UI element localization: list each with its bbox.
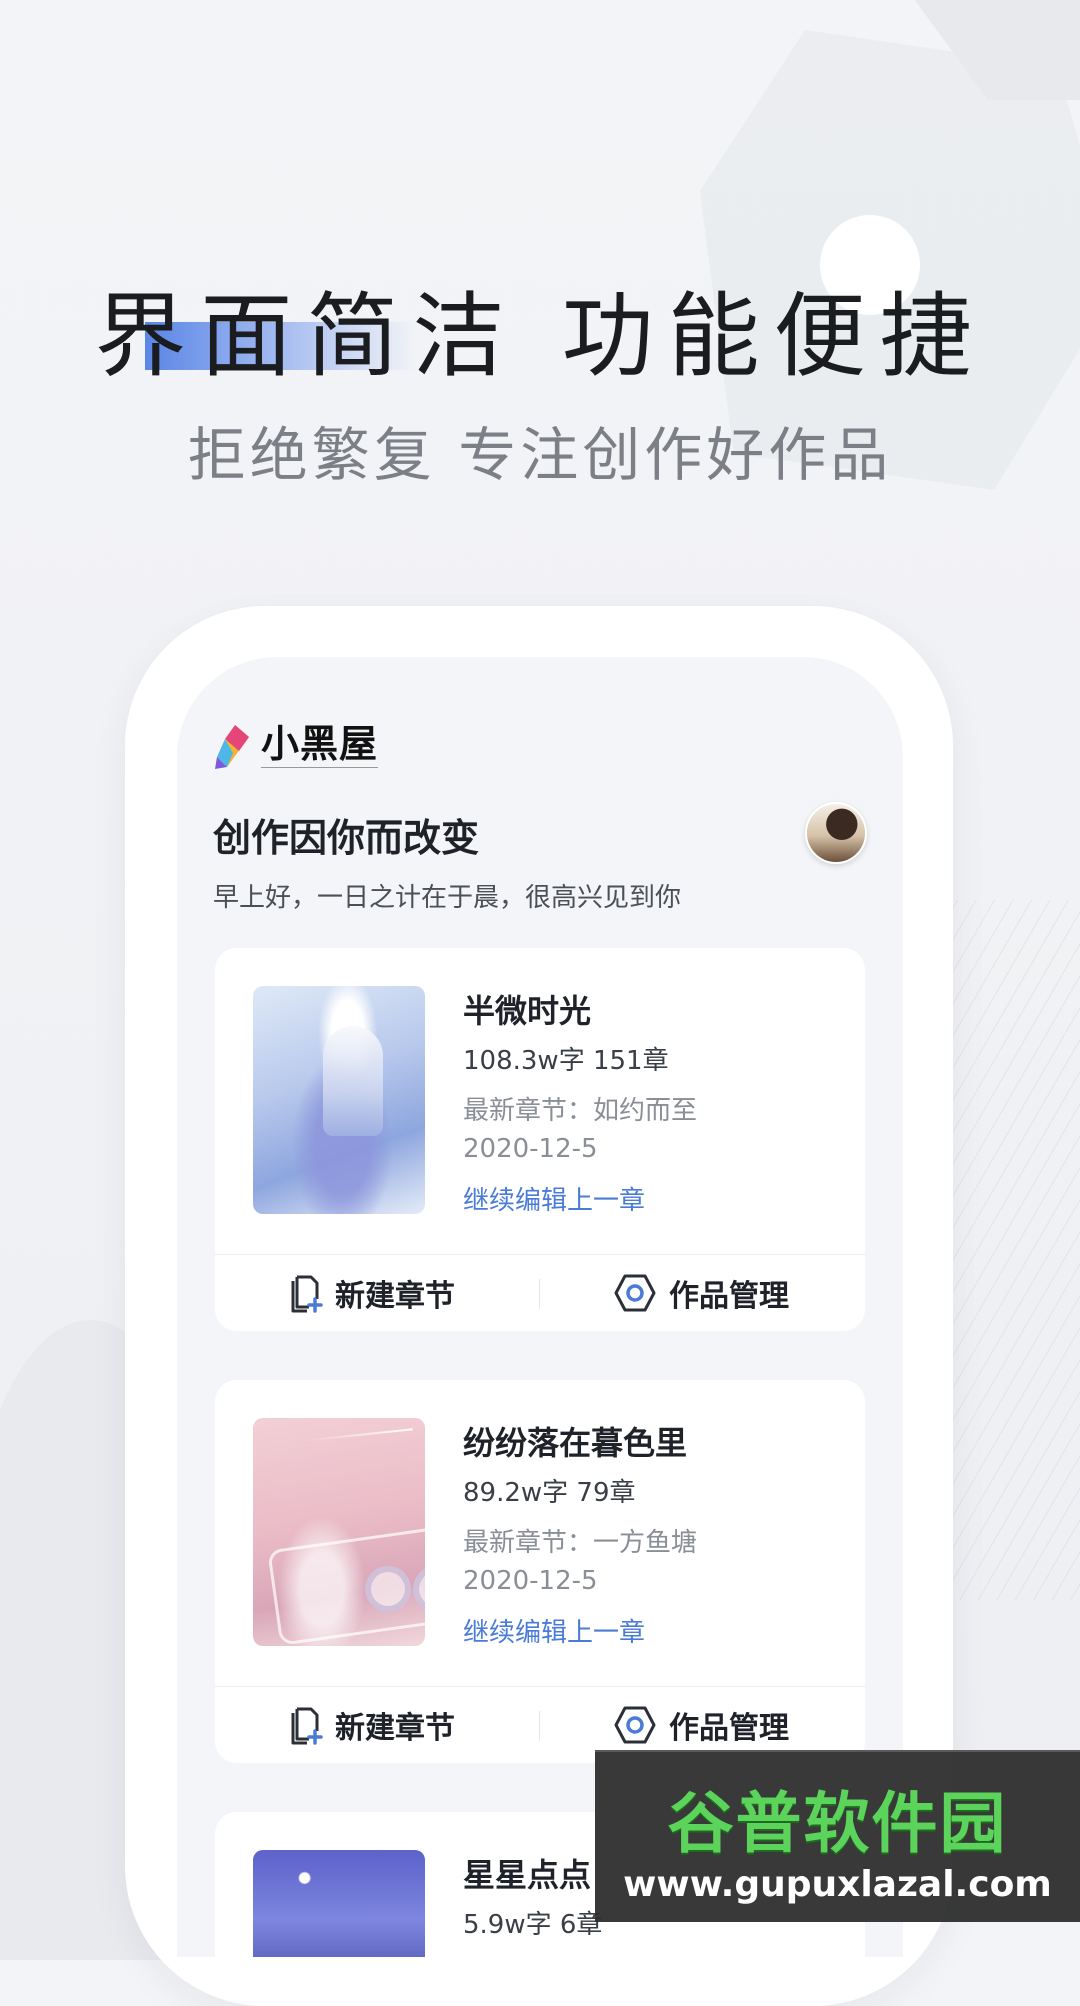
new-chapter-label: 新建章节 [335,1279,455,1314]
watermark-banner: 谷普软件园 www.gupuxlazal.com [595,1750,1080,1922]
settings-hexagon-icon [613,1273,657,1313]
book-card[interactable]: 半微时光 108.3w字 151章 最新章节：如约而至 2020-12-5 继续… [215,948,865,1331]
action-separator [539,1711,540,1741]
pen-logo-icon [213,723,253,771]
greeting-title: 创作因你而改变 [213,816,480,860]
manage-work-button[interactable]: 作品管理 [613,1700,789,1750]
new-document-icon [287,1705,323,1745]
book-card[interactable]: 纷纷落在暮色里 89.2w字 79章 最新章节：一方鱼塘 2020-12-5 继… [215,1380,865,1763]
promo-subtitle: 拒绝繁复 专注创作好作品 [187,421,893,489]
watermark-url: www.gupuxlazal.com [623,1864,1052,1905]
app-logo-slogan [261,767,379,769]
book-latest-chapter: 最新章节：一方鱼塘 [463,1528,698,1558]
continue-editing-link[interactable]: 继续编辑上一章 [463,1612,645,1649]
book-stats: 108.3w字 151章 [463,1046,669,1076]
manage-work-label: 作品管理 [669,1279,789,1314]
book-title[interactable]: 星星点点 [463,1850,591,1896]
book-cover-image[interactable] [253,986,425,1214]
cover-figure [323,1026,383,1136]
greeting-subtitle: 早上好，一日之计在于晨，很高兴见到你 [213,883,682,913]
continue-editing-link[interactable]: 继续编辑上一章 [463,1180,645,1217]
app-logo: 小黑屋 [213,722,379,771]
book-latest-chapter: 最新章节：如约而至 [463,1096,698,1126]
new-chapter-label: 新建章节 [335,1711,455,1746]
book-stats: 89.2w字 79章 [463,1478,636,1508]
book-date: 2020-12-5 [463,1566,598,1596]
action-separator [539,1279,540,1309]
card-divider [215,1686,865,1687]
book-stats: 5.9w字 6章 [463,1910,603,1940]
new-chapter-button[interactable]: 新建章节 [287,1700,455,1750]
new-chapter-button[interactable]: 新建章节 [287,1268,455,1318]
manage-work-button[interactable]: 作品管理 [613,1268,789,1318]
book-cover-image[interactable] [253,1418,425,1646]
watermark-brand: 谷普软件园 [667,1785,1008,1862]
settings-hexagon-icon [613,1705,657,1745]
manage-work-label: 作品管理 [669,1711,789,1746]
book-title[interactable]: 纷纷落在暮色里 [463,1418,687,1464]
promo-headline: 界面简洁 功能便捷 [94,283,986,390]
cover-reel [365,1566,411,1612]
book-date: 2020-12-5 [463,1134,598,1164]
new-document-icon [287,1273,323,1313]
card-divider [215,1254,865,1255]
book-cover-image[interactable] [253,1850,425,1957]
app-logo-text: 小黑屋 [261,722,379,766]
cover-shooting-star [303,1428,413,1442]
book-title[interactable]: 半微时光 [463,986,591,1032]
avatar[interactable] [805,802,867,864]
